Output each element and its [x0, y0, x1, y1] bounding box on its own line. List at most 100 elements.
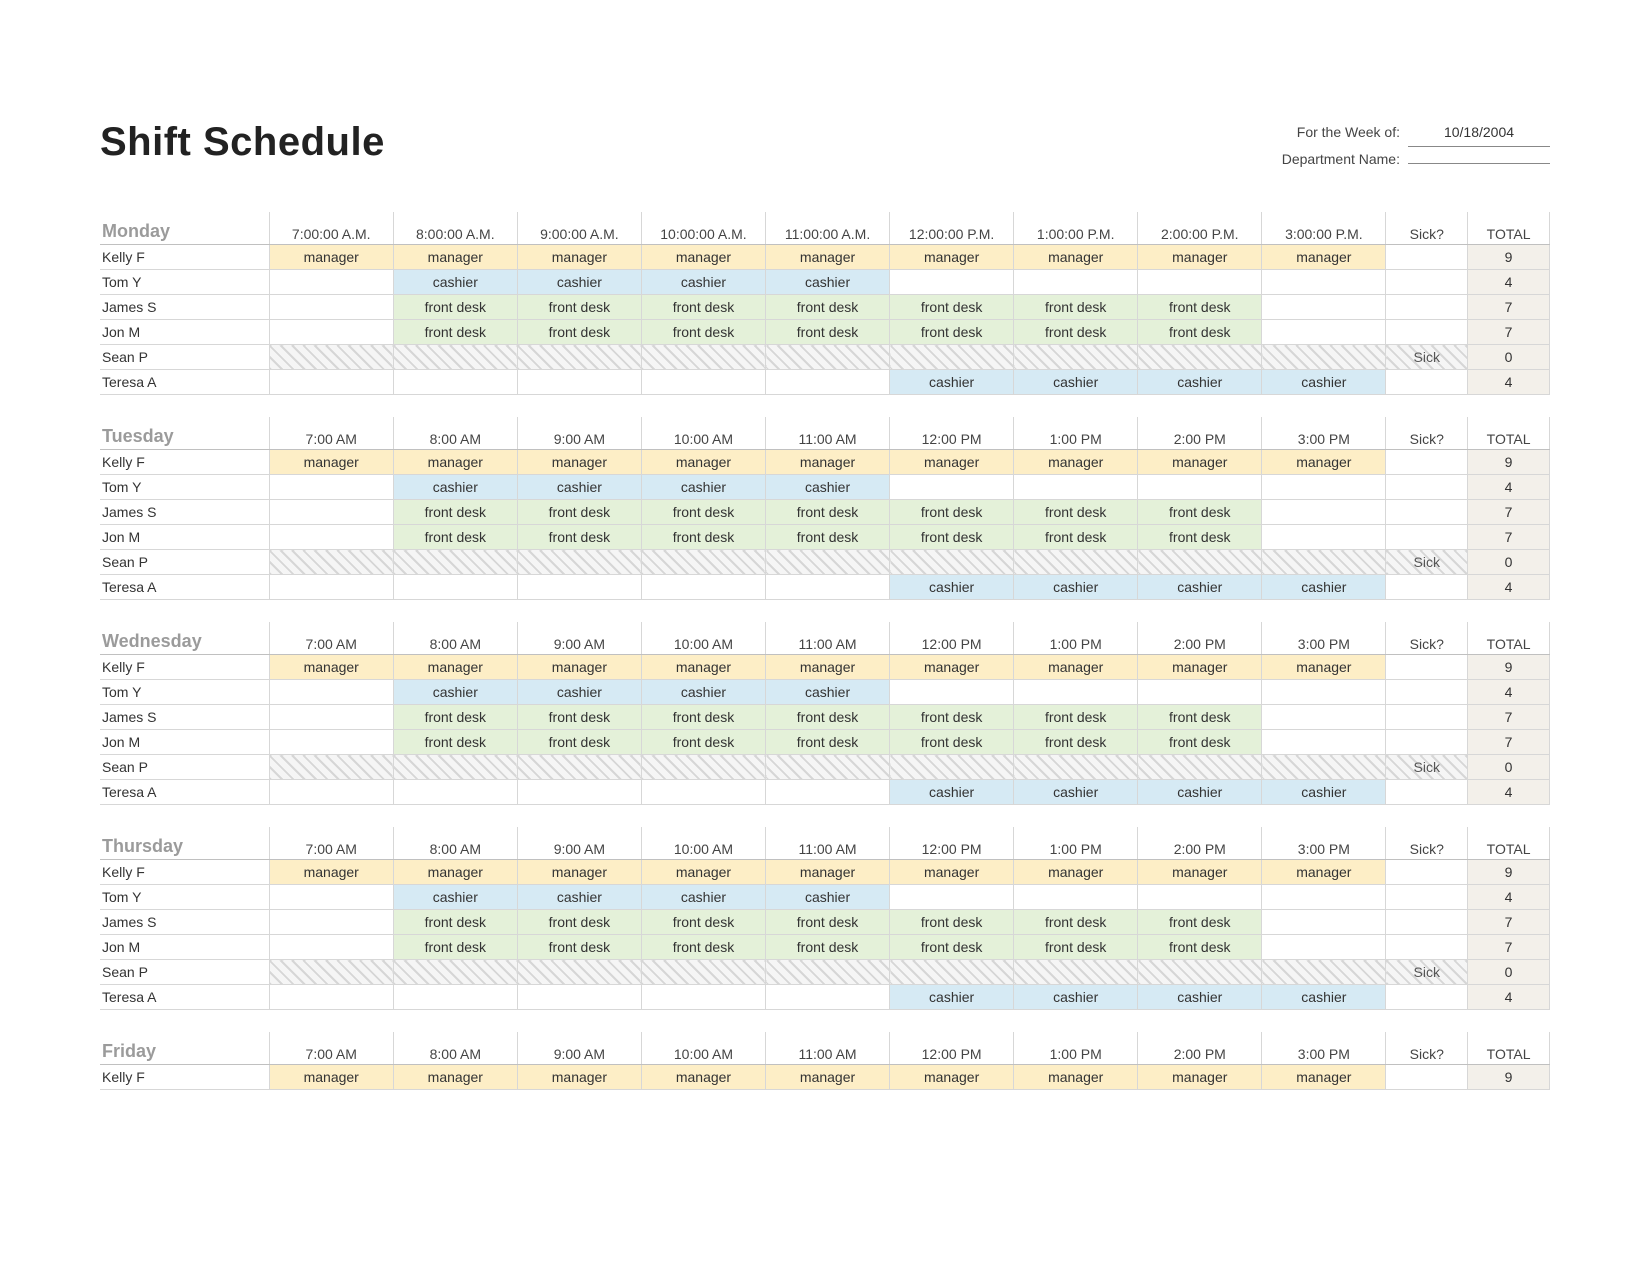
sick-cell[interactable] — [1386, 525, 1468, 550]
sick-cell[interactable] — [1386, 1065, 1468, 1090]
shift-cell[interactable]: manager — [641, 245, 765, 270]
sick-cell[interactable]: Sick — [1386, 550, 1468, 575]
shift-cell[interactable] — [1138, 680, 1262, 705]
shift-cell[interactable] — [269, 885, 393, 910]
shift-cell[interactable]: front desk — [393, 730, 517, 755]
shift-cell[interactable]: front desk — [1014, 730, 1138, 755]
week-of-value[interactable]: 10/18/2004 — [1408, 120, 1550, 147]
sick-cell[interactable] — [1386, 910, 1468, 935]
shift-cell[interactable] — [1262, 475, 1386, 500]
shift-cell[interactable] — [1262, 295, 1386, 320]
shift-cell[interactable] — [269, 755, 393, 780]
shift-cell[interactable]: cashier — [890, 985, 1014, 1010]
shift-cell[interactable]: front desk — [890, 525, 1014, 550]
shift-cell[interactable] — [766, 345, 890, 370]
shift-cell[interactable] — [269, 550, 393, 575]
shift-cell[interactable] — [269, 705, 393, 730]
shift-cell[interactable] — [641, 345, 765, 370]
shift-cell[interactable]: front desk — [641, 910, 765, 935]
shift-cell[interactable]: cashier — [517, 270, 641, 295]
shift-cell[interactable]: front desk — [890, 910, 1014, 935]
shift-cell[interactable] — [1138, 550, 1262, 575]
sick-cell[interactable] — [1386, 245, 1468, 270]
shift-cell[interactable]: front desk — [766, 525, 890, 550]
shift-cell[interactable]: manager — [766, 450, 890, 475]
shift-cell[interactable]: manager — [766, 860, 890, 885]
shift-cell[interactable] — [1138, 755, 1262, 780]
shift-cell[interactable] — [1262, 680, 1386, 705]
shift-cell[interactable]: manager — [1262, 655, 1386, 680]
shift-cell[interactable] — [641, 960, 765, 985]
shift-cell[interactable] — [269, 270, 393, 295]
sick-cell[interactable] — [1386, 370, 1468, 395]
shift-cell[interactable]: front desk — [393, 910, 517, 935]
shift-cell[interactable]: front desk — [393, 320, 517, 345]
shift-cell[interactable]: manager — [641, 1065, 765, 1090]
shift-cell[interactable]: manager — [1138, 1065, 1262, 1090]
shift-cell[interactable] — [1014, 680, 1138, 705]
shift-cell[interactable]: cashier — [641, 680, 765, 705]
shift-cell[interactable] — [1014, 550, 1138, 575]
shift-cell[interactable]: manager — [393, 860, 517, 885]
shift-cell[interactable]: manager — [393, 655, 517, 680]
sick-cell[interactable]: Sick — [1386, 755, 1468, 780]
shift-cell[interactable]: front desk — [641, 705, 765, 730]
shift-cell[interactable]: manager — [1262, 450, 1386, 475]
sick-cell[interactable] — [1386, 475, 1468, 500]
shift-cell[interactable]: manager — [641, 655, 765, 680]
shift-cell[interactable] — [1138, 475, 1262, 500]
shift-cell[interactable]: front desk — [1138, 500, 1262, 525]
shift-cell[interactable] — [1138, 345, 1262, 370]
shift-cell[interactable]: front desk — [641, 500, 765, 525]
shift-cell[interactable]: manager — [1014, 450, 1138, 475]
shift-cell[interactable]: front desk — [890, 730, 1014, 755]
shift-cell[interactable]: front desk — [1014, 525, 1138, 550]
shift-cell[interactable]: cashier — [766, 885, 890, 910]
shift-cell[interactable] — [766, 550, 890, 575]
shift-cell[interactable] — [1262, 910, 1386, 935]
shift-cell[interactable]: cashier — [517, 680, 641, 705]
shift-cell[interactable]: front desk — [1014, 295, 1138, 320]
shift-cell[interactable]: cashier — [641, 885, 765, 910]
shift-cell[interactable] — [766, 960, 890, 985]
shift-cell[interactable] — [1138, 960, 1262, 985]
shift-cell[interactable]: cashier — [1138, 985, 1262, 1010]
shift-cell[interactable] — [393, 550, 517, 575]
shift-cell[interactable] — [517, 780, 641, 805]
sick-cell[interactable] — [1386, 885, 1468, 910]
shift-cell[interactable]: manager — [517, 655, 641, 680]
shift-cell[interactable]: front desk — [393, 500, 517, 525]
shift-cell[interactable]: manager — [269, 245, 393, 270]
shift-cell[interactable]: front desk — [1138, 525, 1262, 550]
shift-cell[interactable]: manager — [1138, 450, 1262, 475]
shift-cell[interactable]: manager — [517, 245, 641, 270]
shift-cell[interactable] — [393, 985, 517, 1010]
shift-cell[interactable] — [269, 475, 393, 500]
shift-cell[interactable] — [269, 320, 393, 345]
shift-cell[interactable]: manager — [1262, 1065, 1386, 1090]
shift-cell[interactable]: front desk — [766, 910, 890, 935]
shift-cell[interactable] — [1014, 475, 1138, 500]
shift-cell[interactable] — [393, 370, 517, 395]
shift-cell[interactable] — [269, 370, 393, 395]
shift-cell[interactable] — [269, 910, 393, 935]
shift-cell[interactable] — [517, 345, 641, 370]
shift-cell[interactable]: manager — [1014, 245, 1138, 270]
shift-cell[interactable]: cashier — [517, 885, 641, 910]
department-value[interactable] — [1408, 162, 1550, 164]
shift-cell[interactable]: front desk — [766, 320, 890, 345]
shift-cell[interactable]: manager — [890, 1065, 1014, 1090]
shift-cell[interactable]: manager — [766, 655, 890, 680]
shift-cell[interactable] — [269, 575, 393, 600]
shift-cell[interactable] — [1262, 755, 1386, 780]
shift-cell[interactable]: cashier — [1138, 575, 1262, 600]
shift-cell[interactable]: cashier — [1262, 370, 1386, 395]
shift-cell[interactable]: cashier — [1138, 780, 1262, 805]
shift-cell[interactable] — [269, 780, 393, 805]
shift-cell[interactable]: cashier — [1014, 370, 1138, 395]
shift-cell[interactable] — [1262, 345, 1386, 370]
shift-cell[interactable] — [1262, 270, 1386, 295]
shift-cell[interactable] — [766, 575, 890, 600]
shift-cell[interactable] — [890, 475, 1014, 500]
shift-cell[interactable]: front desk — [641, 730, 765, 755]
